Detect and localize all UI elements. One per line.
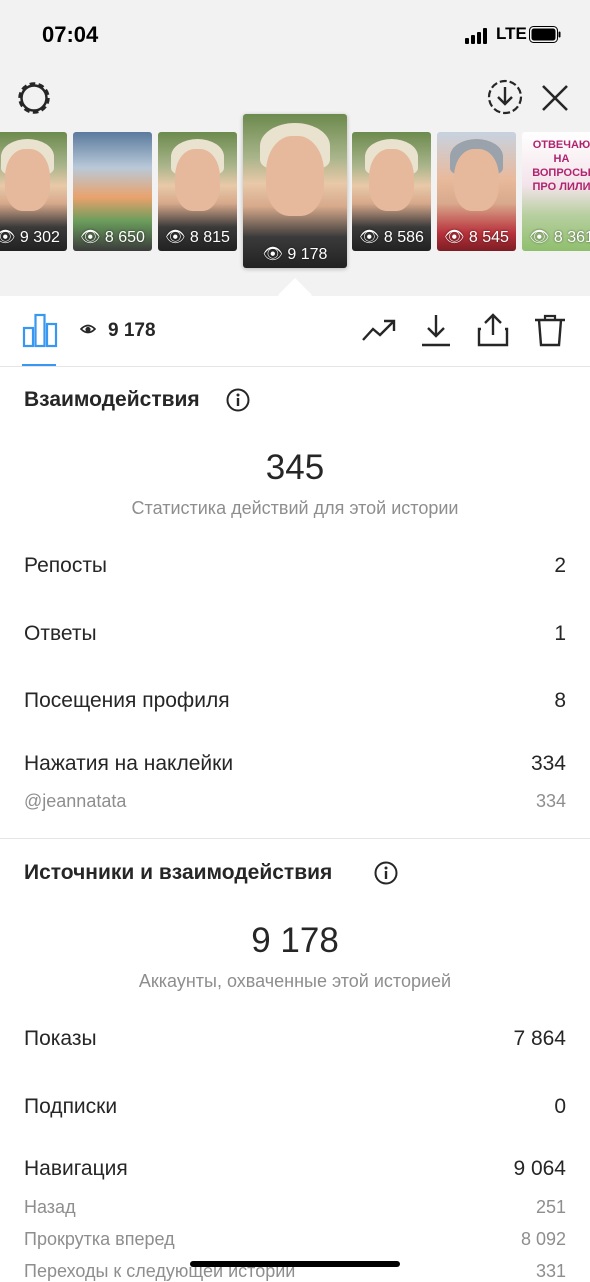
gear-icon[interactable]	[14, 78, 54, 118]
stat-label-follows: Подписки	[24, 1095, 118, 1118]
stat-value-follows: 0	[554, 1095, 566, 1118]
story-views: 👁 8 361	[529, 229, 590, 246]
network-label: LTE	[496, 24, 527, 43]
stat-value-navigation: 9 064	[513, 1157, 566, 1180]
story-thumbnail[interactable]: 👁 9 302	[0, 132, 67, 251]
story-views: 👁 8 586	[359, 229, 424, 246]
stat-value-replies: 1	[554, 622, 566, 645]
story-views: 👁 8 815	[165, 229, 230, 246]
eye-icon	[80, 324, 96, 334]
section-divider	[0, 838, 590, 839]
story-caption: ОТВЕЧАЮ НА ВОПРОСЫ ПРО ЛИЛИ	[532, 139, 590, 193]
story-thumbnail[interactable]: 👁 8 650	[73, 132, 152, 251]
share-icon[interactable]	[475, 312, 511, 348]
story-thumbnail[interactable]: 👁 8 586	[352, 132, 431, 251]
nav-back-label: Назад	[24, 1197, 76, 1217]
stat-label-sticker-taps: Нажатия на наклейки	[24, 752, 234, 775]
stat-label-impressions: Показы	[24, 1027, 97, 1050]
story-thumbnail[interactable]: 👁 8 815	[158, 132, 237, 251]
info-icon[interactable]	[226, 388, 250, 412]
nav-next-story-value: 331	[535, 1261, 566, 1281]
nav-forward-value: 8 092	[520, 1229, 566, 1249]
info-icon[interactable]	[374, 861, 398, 885]
sticker-mention-value: 334	[535, 791, 566, 811]
status-bar: 07:04 LTE	[0, 0, 590, 70]
trend-arrow-icon[interactable]	[361, 312, 397, 348]
nav-forward-label: Прокрутка вперед	[24, 1229, 175, 1249]
story-toolbar: 9 178	[0, 296, 590, 367]
stat-label-reposts: Репосты	[24, 554, 108, 577]
stat-value-sticker-taps: 334	[530, 752, 566, 775]
stat-value-impressions: 7 864	[513, 1027, 566, 1050]
stat-label-replies: Ответы	[24, 622, 97, 645]
trash-icon[interactable]	[532, 312, 568, 348]
story-views: 👁 8 545	[444, 229, 509, 246]
close-icon[interactable]	[538, 81, 572, 115]
insights-bar-chart-icon[interactable]	[22, 312, 58, 348]
signal-icon	[465, 28, 493, 44]
interactions-caption: Статистика действий для этой истории	[131, 498, 459, 518]
download-icon[interactable]	[418, 312, 454, 348]
nav-back-value: 251	[535, 1197, 566, 1217]
battery-icon	[529, 26, 561, 43]
save-story-icon[interactable]	[485, 77, 525, 117]
stat-label-navigation: Навигация	[24, 1157, 128, 1180]
sticker-mention-label: @jeannatata	[24, 791, 127, 811]
story-thumbnail-selected[interactable]: 👁 9 178	[243, 114, 347, 268]
discovery-total: 9 178	[251, 921, 339, 960]
interactions-title: Взаимодействия	[24, 388, 200, 411]
home-indicator[interactable]	[190, 1261, 400, 1267]
discovery-title: Источники и взаимодействия	[24, 861, 333, 884]
active-tab-indicator	[22, 364, 56, 366]
stat-value-reposts: 2	[554, 554, 566, 577]
story-views: 👁 9 302	[0, 229, 60, 246]
interactions-total: 345	[265, 448, 325, 487]
stat-label-profile-visits: Посещения профиля	[24, 689, 230, 712]
story-header-panel: 👁 9 302 👁 8 650 👁 8 815 👁 9 178 👁 8 586 …	[0, 70, 590, 296]
story-views: 👁 9 178	[262, 246, 328, 263]
story-thumbnail[interactable]: ОТВЕЧАЮ НА ВОПРОСЫ ПРО ЛИЛИ 👁 8 361	[522, 132, 590, 251]
status-time: 07:04	[42, 22, 99, 47]
discovery-caption: Аккаунты, охваченные этой историей	[138, 971, 452, 991]
stat-value-profile-visits: 8	[554, 689, 566, 712]
story-views: 👁 8 650	[80, 229, 145, 246]
view-count: 9 178	[108, 320, 156, 341]
story-thumbnail[interactable]: 👁 8 545	[437, 132, 516, 251]
